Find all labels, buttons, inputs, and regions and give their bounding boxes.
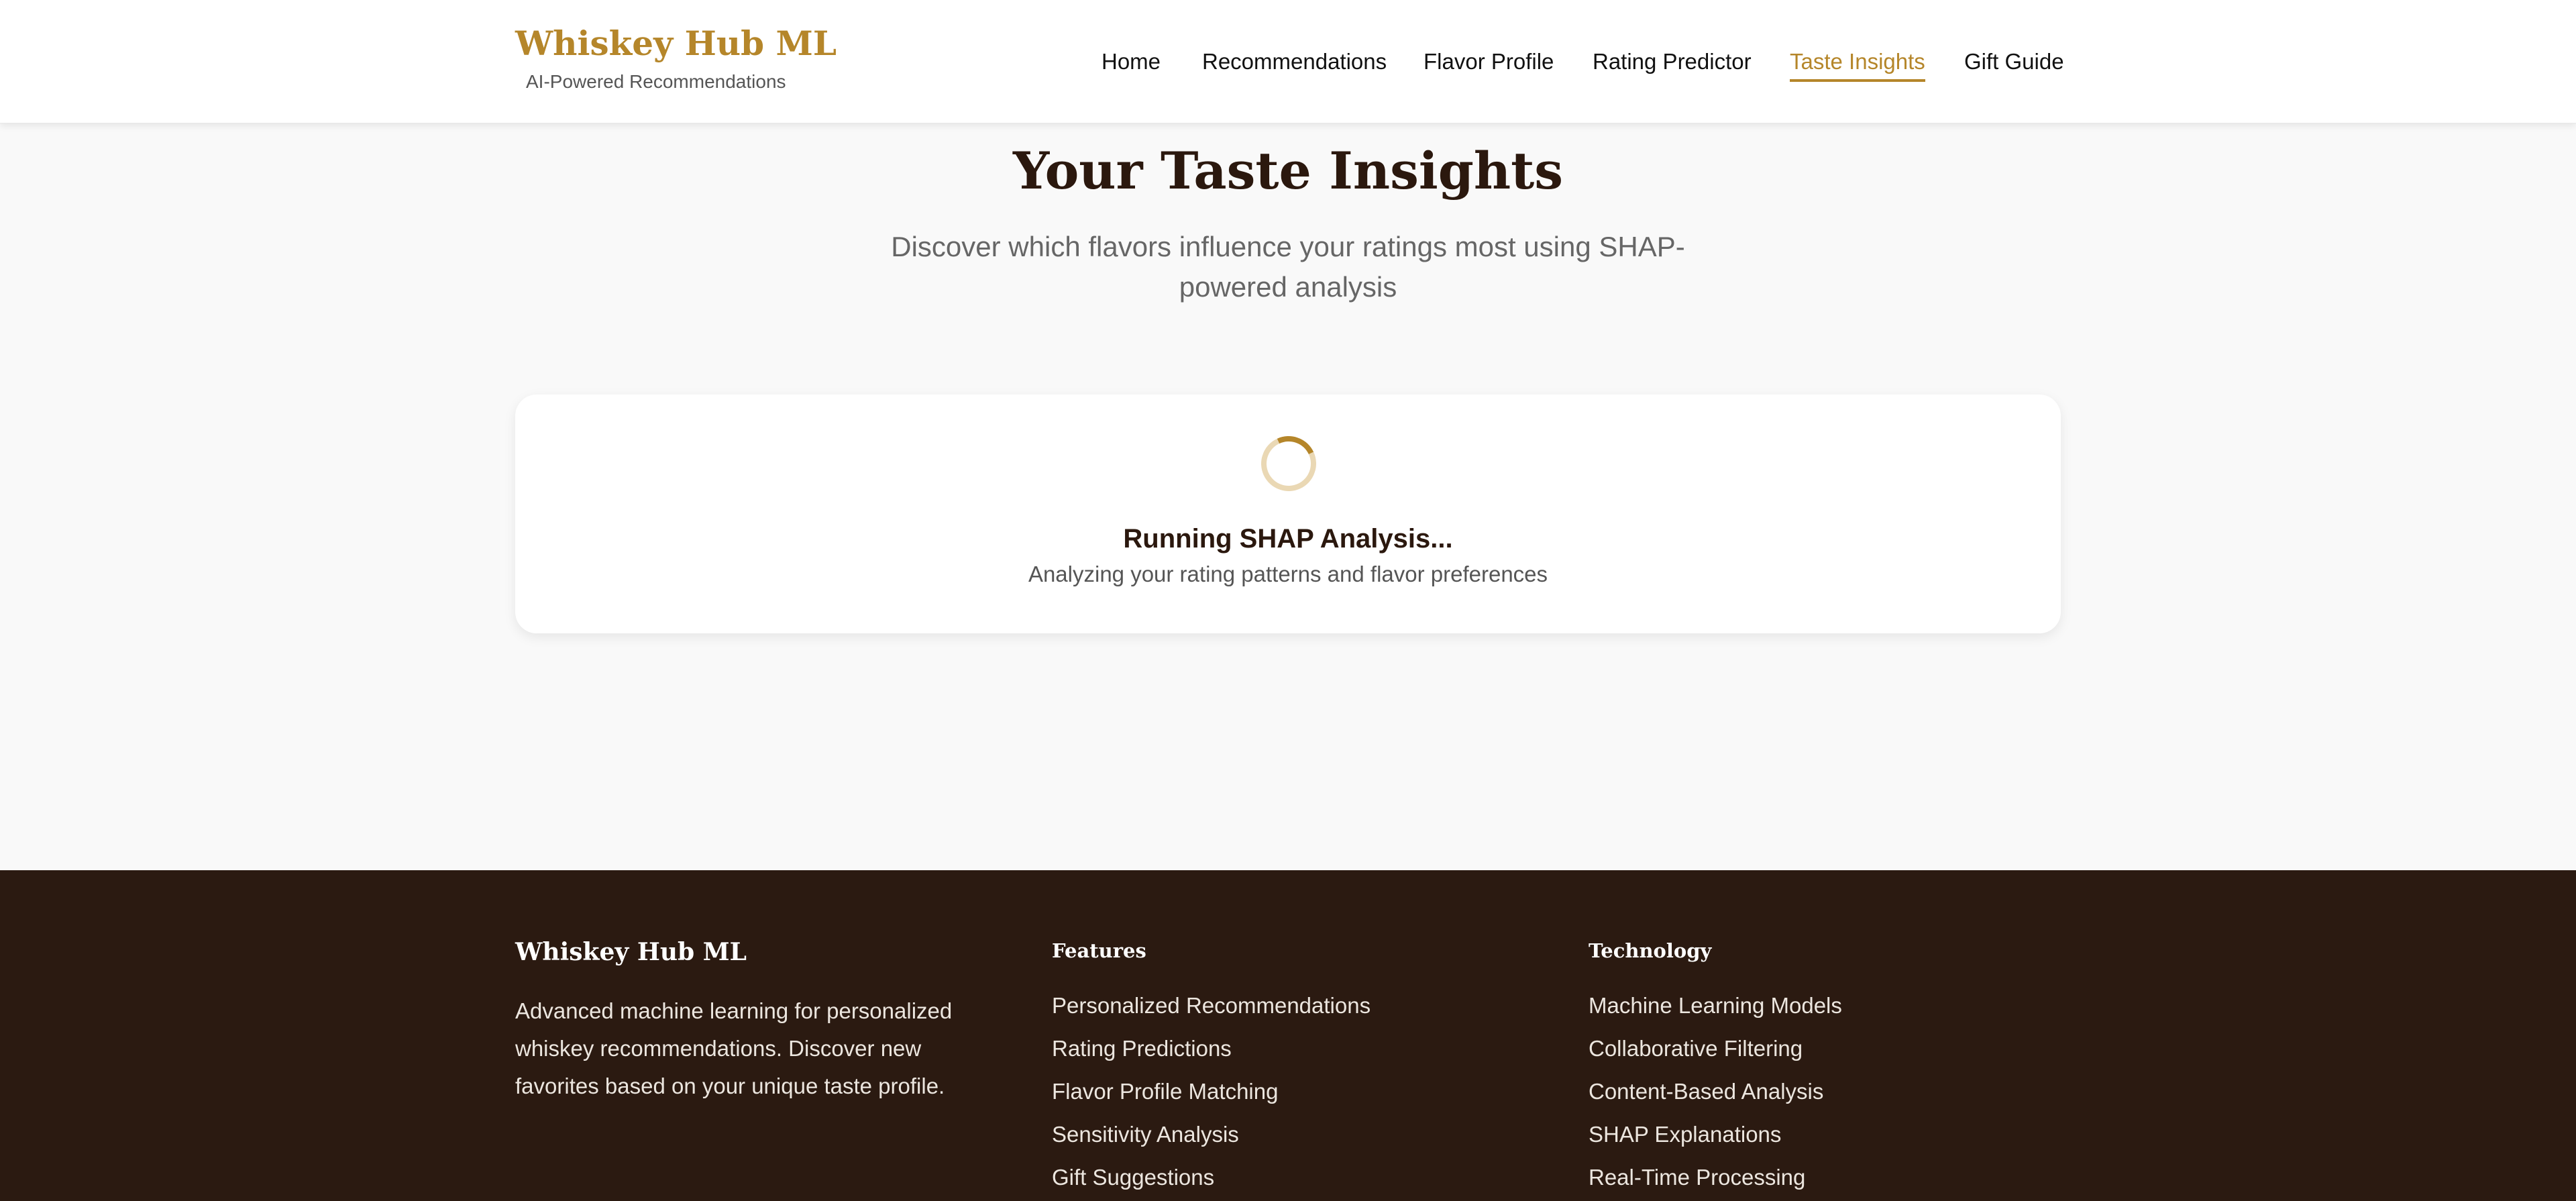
main-nav: Home Recommendations Flavor Profile Rati… <box>0 43 2576 83</box>
nav-home[interactable]: Home <box>1102 43 1161 81</box>
footer-about: Whiskey Hub ML Advanced machine learning… <box>515 937 971 1105</box>
site-header: Whiskey Hub ML AI-Powered Recommendation… <box>0 0 2576 123</box>
footer-link[interactable]: Flavor Profile Matching <box>1052 1070 1371 1113</box>
page-title: Your Taste Insights <box>1012 141 1564 201</box>
footer-features: Features Personalized Recommendations Ra… <box>1052 937 1371 1199</box>
footer-link[interactable]: Machine Learning Models <box>1589 984 1842 1027</box>
footer-link[interactable]: Gift Suggestions <box>1052 1156 1371 1199</box>
loading-message: Analyzing your rating patterns and flavo… <box>1028 562 1548 586</box>
footer-features-list: Personalized Recommendations Rating Pred… <box>1052 984 1371 1199</box>
footer-technology-heading: Technology <box>1589 939 1712 962</box>
nav-rating-predictor[interactable]: Rating Predictor <box>1593 43 1752 81</box>
page-subtitle: Discover which flavors influence your ra… <box>891 231 1685 303</box>
footer-link[interactable]: Personalized Recommendations <box>1052 984 1371 1027</box>
footer-link[interactable]: Sensitivity Analysis <box>1052 1113 1371 1156</box>
nav-gift-guide[interactable]: Gift Guide <box>1964 43 2064 81</box>
footer-link[interactable]: SHAP Explanations <box>1589 1113 1842 1156</box>
footer-technology: Technology Machine Learning Models Colla… <box>1589 937 1842 1199</box>
footer-features-heading: Features <box>1052 939 1146 962</box>
nav-flavor-profile[interactable]: Flavor Profile <box>1424 43 1554 81</box>
nav-taste-insights[interactable]: Taste Insights <box>1790 43 1925 82</box>
nav-recommendations[interactable]: Recommendations <box>1202 43 1387 81</box>
loading-title: Running SHAP Analysis... <box>1123 524 1453 554</box>
loading-card: Running SHAP Analysis... Analyzing your … <box>515 395 2061 633</box>
footer-link[interactable]: Rating Predictions <box>1052 1027 1371 1070</box>
footer-description: Advanced machine learning for personaliz… <box>515 998 953 1098</box>
spinner-icon <box>1253 428 1324 499</box>
footer-brand: Whiskey Hub ML <box>515 938 747 966</box>
footer-technology-list: Machine Learning Models Collaborative Fi… <box>1589 984 1842 1199</box>
footer-link[interactable]: Content-Based Analysis <box>1589 1070 1842 1113</box>
footer-link[interactable]: Collaborative Filtering <box>1589 1027 1842 1070</box>
site-footer: Whiskey Hub ML Advanced machine learning… <box>0 870 2576 1201</box>
footer-link[interactable]: Real-Time Processing <box>1589 1156 1842 1199</box>
